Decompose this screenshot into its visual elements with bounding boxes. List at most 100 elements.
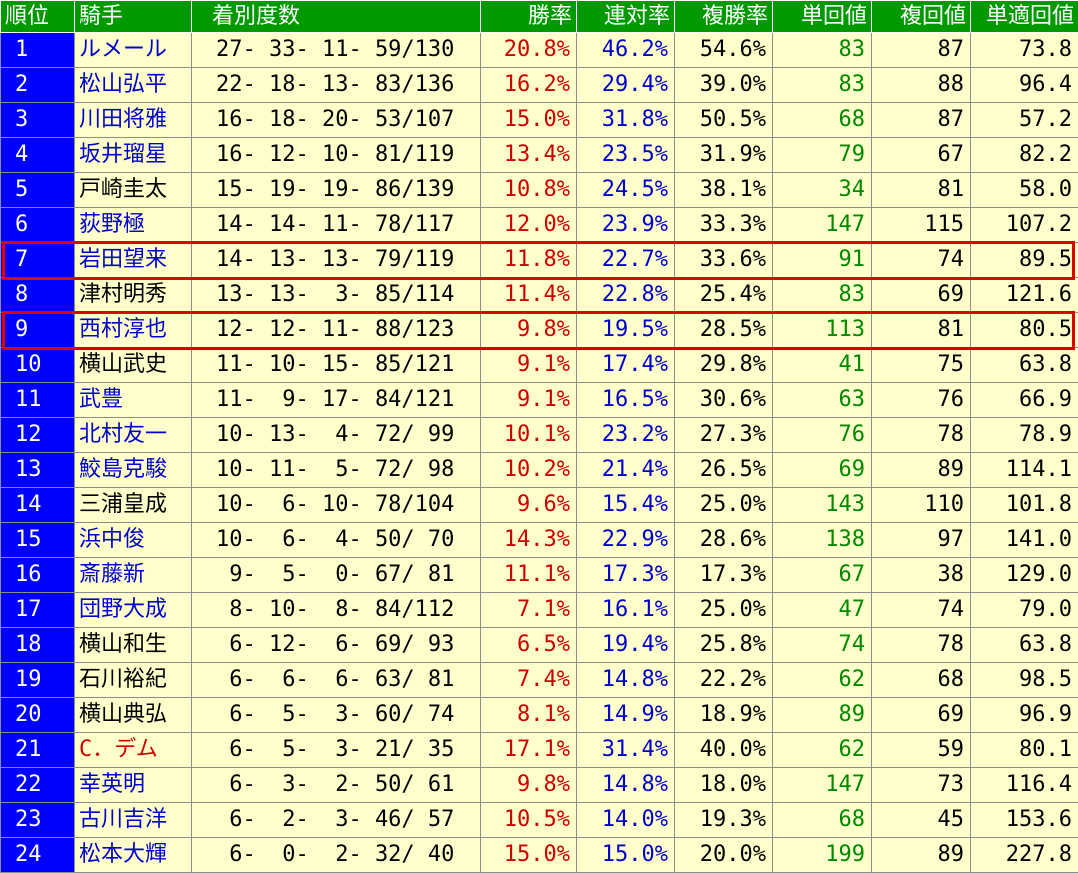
adjusted-return-cell: 129.0	[971, 558, 1078, 593]
win-rate-cell: 11.4%	[481, 278, 577, 313]
ren-rate-cell: 22.8%	[577, 278, 675, 313]
header-rank: 順位	[1, 1, 75, 33]
jockey-name[interactable]: 松山弘平	[75, 68, 192, 103]
rank-cell: 21	[1, 733, 75, 768]
adjusted-return-cell: 58.0	[971, 173, 1078, 208]
fuku-return-cell: 67	[872, 138, 971, 173]
record-cell: 6- 5- 3- 60/ 74	[192, 698, 481, 733]
ren-rate-cell: 14.8%	[577, 663, 675, 698]
fuku-return-cell: 69	[872, 278, 971, 313]
fuku-rate-cell: 50.5%	[675, 103, 773, 138]
record-cell: 10- 13- 4- 72/ 99	[192, 418, 481, 453]
adjusted-return-cell: 57.2	[971, 103, 1078, 138]
jockey-name[interactable]: 浜中俊	[75, 523, 192, 558]
jockey-name[interactable]: 鮫島克駿	[75, 453, 192, 488]
win-rate-cell: 15.0%	[481, 103, 577, 138]
tan-return-cell: 76	[773, 418, 872, 453]
tan-return-cell: 113	[773, 313, 872, 348]
win-rate-cell: 12.0%	[481, 208, 577, 243]
record-cell: 6- 3- 2- 50/ 61	[192, 768, 481, 803]
table-row: 20横山典弘 6- 5- 3- 60/ 748.1%14.9%18.9%8969…	[1, 698, 1078, 733]
win-rate-cell: 16.2%	[481, 68, 577, 103]
rank-cell: 9	[1, 313, 75, 348]
jockey-name[interactable]: 岩田望来	[75, 243, 192, 278]
fuku-rate-cell: 29.8%	[675, 348, 773, 383]
jockey-name[interactable]: 西村淳也	[75, 313, 192, 348]
header-record: 着別度数	[192, 1, 481, 33]
ren-rate-cell: 46.2%	[577, 33, 675, 68]
adjusted-return-cell: 66.9	[971, 383, 1078, 418]
header-win-rate: 勝率	[481, 1, 577, 33]
record-cell: 14- 14- 11- 78/117	[192, 208, 481, 243]
rank-cell: 20	[1, 698, 75, 733]
tan-return-cell: 62	[773, 663, 872, 698]
header-fuku-return: 複回値	[872, 1, 971, 33]
record-cell: 6- 2- 3- 46/ 57	[192, 803, 481, 838]
win-rate-cell: 10.1%	[481, 418, 577, 453]
rank-cell: 12	[1, 418, 75, 453]
ren-rate-cell: 14.8%	[577, 768, 675, 803]
ren-rate-cell: 14.0%	[577, 803, 675, 838]
fuku-return-cell: 59	[872, 733, 971, 768]
table-row: 23古川吉洋 6- 2- 3- 46/ 5710.5%14.0%19.3%684…	[1, 803, 1078, 838]
ren-rate-cell: 21.4%	[577, 453, 675, 488]
fuku-return-cell: 75	[872, 348, 971, 383]
jockey-name[interactable]: 古川吉洋	[75, 803, 192, 838]
adjusted-return-cell: 80.1	[971, 733, 1078, 768]
fuku-rate-cell: 17.3%	[675, 558, 773, 593]
jockey-name[interactable]: 坂井瑠星	[75, 138, 192, 173]
adjusted-return-cell: 63.8	[971, 348, 1078, 383]
jockey-name: 横山典弘	[75, 698, 192, 733]
rank-cell: 14	[1, 488, 75, 523]
record-cell: 11- 9- 17- 84/121	[192, 383, 481, 418]
rank-cell: 22	[1, 768, 75, 803]
adjusted-return-cell: 73.8	[971, 33, 1078, 68]
adjusted-return-cell: 80.5	[971, 313, 1078, 348]
fuku-return-cell: 78	[872, 418, 971, 453]
record-cell: 9- 5- 0- 67/ 81	[192, 558, 481, 593]
win-rate-cell: 9.6%	[481, 488, 577, 523]
tan-return-cell: 138	[773, 523, 872, 558]
tan-return-cell: 89	[773, 698, 872, 733]
win-rate-cell: 14.3%	[481, 523, 577, 558]
adjusted-return-cell: 153.6	[971, 803, 1078, 838]
tan-return-cell: 79	[773, 138, 872, 173]
rank-cell: 3	[1, 103, 75, 138]
header-tan-return: 単回値	[773, 1, 872, 33]
record-cell: 14- 13- 13- 79/119	[192, 243, 481, 278]
jockey-name[interactable]: 川田将雅	[75, 103, 192, 138]
jockey-name[interactable]: 武豊	[75, 383, 192, 418]
rank-cell: 19	[1, 663, 75, 698]
adjusted-return-cell: 98.5	[971, 663, 1078, 698]
table-row: 3川田将雅16- 18- 20- 53/10715.0%31.8%50.5%68…	[1, 103, 1078, 138]
jockey-name[interactable]: ルメール	[75, 33, 192, 68]
ren-rate-cell: 31.4%	[577, 733, 675, 768]
ren-rate-cell: 23.9%	[577, 208, 675, 243]
record-cell: 12- 12- 11- 88/123	[192, 313, 481, 348]
tan-return-cell: 68	[773, 103, 872, 138]
jockey-name[interactable]: C．デム	[75, 733, 192, 768]
fuku-rate-cell: 25.0%	[675, 488, 773, 523]
header-row: 順位 騎手 着別度数 勝率 連対率 複勝率 単回値 複回値 単適回値	[1, 1, 1078, 33]
win-rate-cell: 10.5%	[481, 803, 577, 838]
tan-return-cell: 68	[773, 803, 872, 838]
jockey-name[interactable]: 北村友一	[75, 418, 192, 453]
win-rate-cell: 9.1%	[481, 348, 577, 383]
jockey-name[interactable]: 団野大成	[75, 593, 192, 628]
fuku-rate-cell: 54.6%	[675, 33, 773, 68]
jockey-name[interactable]: 松本大輝	[75, 838, 192, 873]
win-rate-cell: 9.8%	[481, 768, 577, 803]
fuku-return-cell: 73	[872, 768, 971, 803]
fuku-rate-cell: 28.5%	[675, 313, 773, 348]
win-rate-cell: 20.8%	[481, 33, 577, 68]
record-cell: 15- 19- 19- 86/139	[192, 173, 481, 208]
adjusted-return-cell: 116.4	[971, 768, 1078, 803]
jockey-name[interactable]: 幸英明	[75, 768, 192, 803]
table-row: 18横山和生 6- 12- 6- 69/ 936.5%19.4%25.8%747…	[1, 628, 1078, 663]
table-row: 8津村明秀13- 13- 3- 85/11411.4%22.8%25.4%836…	[1, 278, 1078, 313]
jockey-name: 三浦皇成	[75, 488, 192, 523]
jockey-name[interactable]: 斎藤新	[75, 558, 192, 593]
header-fuku-rate: 複勝率	[675, 1, 773, 33]
jockey-name[interactable]: 荻野極	[75, 208, 192, 243]
fuku-return-cell: 87	[872, 33, 971, 68]
